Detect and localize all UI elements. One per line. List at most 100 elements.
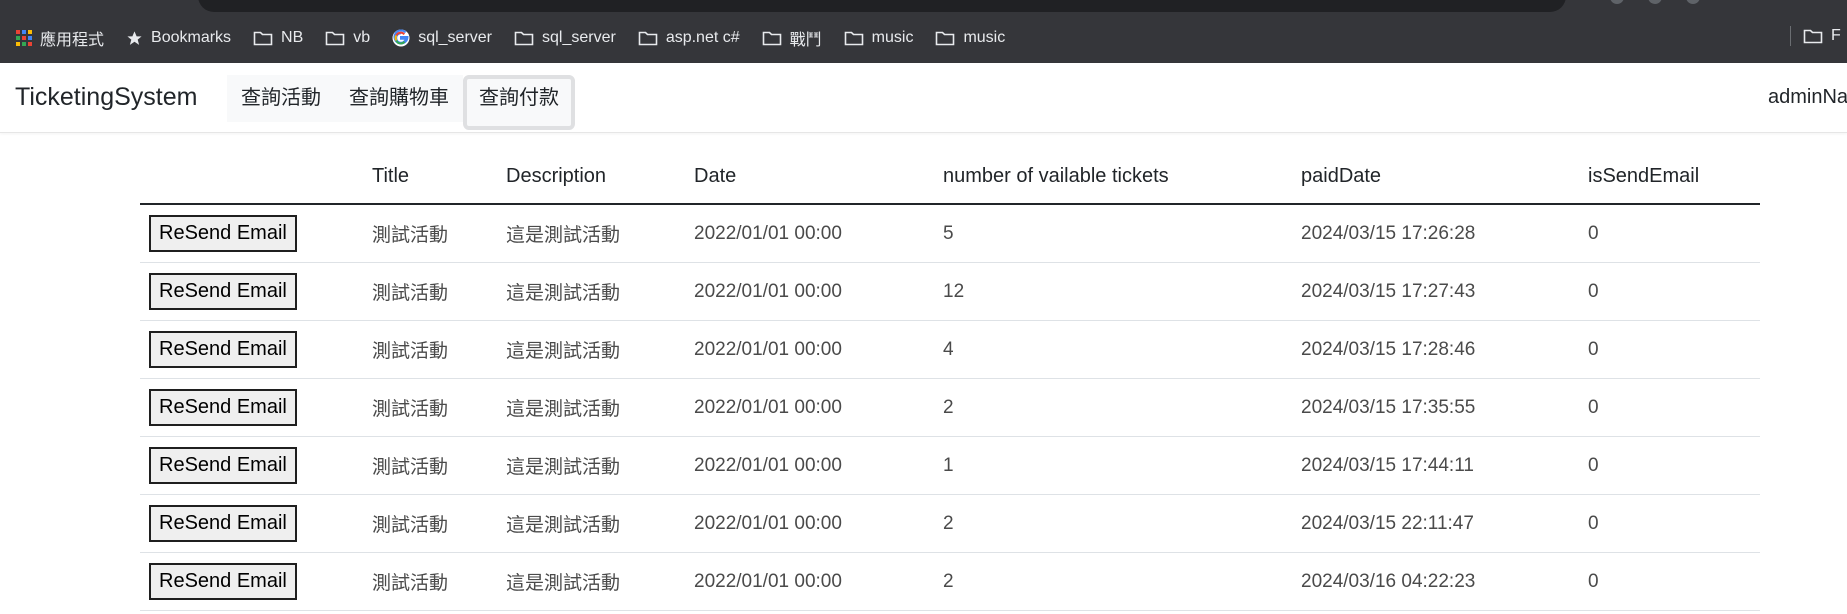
folder-icon [514,31,534,46]
cell-is-send-email: 0 [1588,436,1760,495]
header-date: Date [694,150,943,205]
cell-tickets: 5 [943,204,1301,263]
cell-date: 2022/01/01 00:00 [694,204,943,263]
other-bookmarks[interactable]: F [1790,26,1841,46]
cell-tickets: 2 [943,552,1301,611]
bookmark-label: F [1831,27,1841,44]
cell-date: 2022/01/01 00:00 [694,320,943,379]
nav-links: 查詢活動 查詢購物車 查詢付款 [227,75,575,130]
bookmark-folder-battle[interactable]: 戰鬥 [762,26,822,50]
resend-email-button[interactable]: ReSend Email [149,215,297,252]
cell-title: 測試活動 [372,262,506,321]
bookmark-folder-vb[interactable]: vb [325,29,370,47]
brand-link[interactable]: TicketingSystem [15,83,197,112]
resend-email-button[interactable]: ReSend Email [149,447,297,484]
header-description: Description [506,150,694,205]
bookmark-label: vb [353,29,371,46]
cell-title: 測試活動 [372,378,506,437]
cell-description: 這是測試活動 [506,494,694,553]
star-icon [127,30,142,45]
extension-icon[interactable] [1610,0,1624,4]
table-row: ReSend Email 測試活動 這是測試活動 2022/01/01 00:0… [140,436,1760,495]
bookmark-label: music [871,29,914,46]
cell-description: 這是測試活動 [506,320,694,379]
bookmark-label: sql_server [542,29,616,46]
bookmark-label: 應用程式 [40,32,105,49]
cell-date: 2022/01/01 00:00 [694,436,943,495]
apps-grid-icon [16,30,32,46]
header-paid-date: paidDate [1301,150,1588,205]
app-navbar: TicketingSystem 查詢活動 查詢購物車 查詢付款 adminNa [0,63,1847,133]
cell-is-send-email: 0 [1588,494,1760,553]
folder-icon [1803,29,1823,44]
cell-is-send-email: 0 [1588,262,1760,321]
table-row: ReSend Email 測試活動 這是測試活動 2022/01/01 00:0… [140,494,1760,553]
cell-title: 測試活動 [372,552,506,611]
header-action [140,150,372,205]
cell-tickets: 2 [943,494,1301,553]
nav-query-events[interactable]: 查詢活動 [227,75,335,122]
user-name[interactable]: adminNa [1768,86,1847,109]
resend-email-button[interactable]: ReSend Email [149,505,297,542]
table-row: ReSend Email 測試活動 這是測試活動 2022/01/01 00:0… [140,262,1760,321]
google-icon [392,29,410,47]
nav-query-payments[interactable]: 查詢付款 [463,75,575,130]
cell-date: 2022/01/01 00:00 [694,494,943,553]
folder-icon [253,31,273,46]
bookmark-bookmarks[interactable]: Bookmarks [126,29,231,47]
cell-paid-date: 2024/03/15 17:28:46 [1301,320,1588,379]
resend-email-button[interactable]: ReSend Email [149,563,297,600]
bookmark-folder-nb[interactable]: NB [253,29,303,47]
cell-date: 2022/01/01 00:00 [694,552,943,611]
other-bookmarks-folder[interactable]: F [1803,27,1841,45]
bookmark-label: sql_server [418,29,492,46]
payments-table: Title Description Date number of vailabl… [140,150,1760,611]
table-header-row: Title Description Date number of vailabl… [140,150,1760,205]
cell-title: 測試活動 [372,204,506,263]
cell-is-send-email: 0 [1588,552,1760,611]
resend-email-button[interactable]: ReSend Email [149,331,297,368]
table-row: ReSend Email 測試活動 這是測試活動 2022/01/01 00:0… [140,378,1760,437]
cell-description: 這是測試活動 [506,552,694,611]
payments-table-container: Title Description Date number of vailabl… [140,150,1760,611]
bookmark-label: NB [281,29,304,46]
resend-email-button[interactable]: ReSend Email [149,389,297,426]
bookmark-label: Bookmarks [151,29,232,46]
cell-paid-date: 2024/03/15 22:11:47 [1301,494,1588,553]
table-row: ReSend Email 測試活動 這是測試活動 2022/01/01 00:0… [140,320,1760,379]
cell-is-send-email: 0 [1588,378,1760,437]
cell-description: 這是測試活動 [506,436,694,495]
cell-paid-date: 2024/03/15 17:35:55 [1301,378,1588,437]
bookmark-folder-music-2[interactable]: music [935,29,1005,47]
cell-paid-date: 2024/03/15 17:26:28 [1301,204,1588,263]
table-row: ReSend Email 測試活動 這是測試活動 2022/01/01 00:0… [140,204,1760,263]
extension-icon[interactable] [1686,0,1700,4]
extension-icon[interactable] [1648,0,1662,4]
bookmark-apps[interactable]: 應用程式 [16,26,104,50]
bookmarks-bar: 應用程式 Bookmarks NB vb sql_server sql_serv… [0,0,1847,63]
cell-paid-date: 2024/03/15 17:44:11 [1301,436,1588,495]
nav-query-cart[interactable]: 查詢購物車 [335,75,463,122]
toolbar-icons [1610,0,1700,4]
bookmark-label: asp.net c# [665,29,740,46]
cell-paid-date: 2024/03/15 17:27:43 [1301,262,1588,321]
cell-title: 測試活動 [372,320,506,379]
folder-icon [762,31,781,46]
folder-icon [638,31,658,46]
header-tickets: number of vailable tickets [943,150,1301,205]
cell-tickets: 4 [943,320,1301,379]
table-row: ReSend Email 測試活動 這是測試活動 2022/01/01 00:0… [140,552,1760,611]
cell-title: 測試活動 [372,494,506,553]
cell-date: 2022/01/01 00:00 [694,378,943,437]
bookmark-folder-music[interactable]: music [844,29,914,47]
bookmark-folder-aspnet[interactable]: asp.net c# [638,29,740,47]
bookmark-sql-server-google[interactable]: sql_server [392,29,492,47]
bookmark-separator [1790,26,1791,46]
cell-tickets: 12 [943,262,1301,321]
bookmark-folder-sql-server[interactable]: sql_server [514,29,616,47]
cell-paid-date: 2024/03/16 04:22:23 [1301,552,1588,611]
address-bar[interactable] [198,0,1566,12]
folder-icon [325,31,345,46]
cell-tickets: 2 [943,378,1301,437]
resend-email-button[interactable]: ReSend Email [149,273,297,310]
